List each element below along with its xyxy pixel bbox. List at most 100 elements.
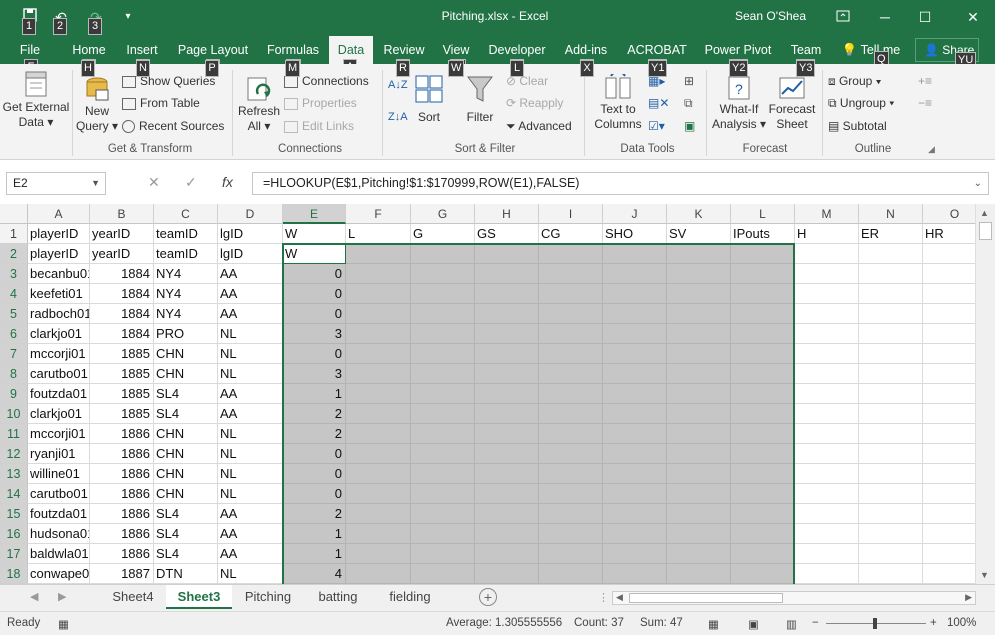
- row-header-17[interactable]: 17: [0, 544, 28, 564]
- column-header-g[interactable]: G: [411, 204, 475, 224]
- cell-j18[interactable]: [603, 564, 667, 584]
- cell-n9[interactable]: [859, 384, 923, 404]
- row-header-4[interactable]: 4: [0, 284, 28, 304]
- row-header-18[interactable]: 18: [0, 564, 28, 584]
- cell-e8[interactable]: 3: [283, 364, 346, 384]
- cell-j3[interactable]: [603, 264, 667, 284]
- cell-f9[interactable]: [346, 384, 411, 404]
- cell-d5[interactable]: AA: [218, 304, 283, 324]
- cell-n10[interactable]: [859, 404, 923, 424]
- cell-e2[interactable]: W: [283, 244, 346, 264]
- cell-i6[interactable]: [539, 324, 603, 344]
- cell-d1[interactable]: lgID: [218, 224, 283, 244]
- refresh-all-button[interactable]: Refresh All ▾: [236, 74, 282, 140]
- ungroup-button[interactable]: ⧉ Ungroup ▾: [828, 94, 894, 112]
- cell-b7[interactable]: 1885: [90, 344, 154, 364]
- cell-e7[interactable]: 0: [283, 344, 346, 364]
- dialog-launcher-icon[interactable]: ◢: [928, 140, 935, 158]
- zoom-in-icon[interactable]: +: [930, 617, 937, 629]
- h-scrollbar-thumb[interactable]: [629, 593, 783, 603]
- cell-n18[interactable]: [859, 564, 923, 584]
- cell-o2[interactable]: [923, 244, 975, 264]
- clear-button[interactable]: ⊘ Clear: [506, 72, 548, 90]
- cell-f5[interactable]: [346, 304, 411, 324]
- cell-g2[interactable]: [411, 244, 475, 264]
- reapply-button[interactable]: ⟳ Reapply: [506, 94, 563, 112]
- cell-l15[interactable]: [731, 504, 795, 524]
- remove-duplicates-icon[interactable]: ▤✕: [648, 94, 669, 112]
- ribbon-display-icon[interactable]: [820, 0, 866, 34]
- cell-f4[interactable]: [346, 284, 411, 304]
- cell-e17[interactable]: 1: [283, 544, 346, 564]
- row-header-2[interactable]: 2: [0, 244, 28, 264]
- cell-k8[interactable]: [667, 364, 731, 384]
- row-header-6[interactable]: 6: [0, 324, 28, 344]
- recent-sources-button[interactable]: Recent Sources: [122, 117, 224, 135]
- cell-b14[interactable]: 1886: [90, 484, 154, 504]
- cell-h11[interactable]: [475, 424, 539, 444]
- cell-o3[interactable]: [923, 264, 975, 284]
- row-header-11[interactable]: 11: [0, 424, 28, 444]
- cell-c6[interactable]: PRO: [154, 324, 218, 344]
- cell-f14[interactable]: [346, 484, 411, 504]
- cell-g12[interactable]: [411, 444, 475, 464]
- cell-f10[interactable]: [346, 404, 411, 424]
- forecast-sheet-button[interactable]: Forecast Sheet: [766, 74, 818, 140]
- cell-b17[interactable]: 1886: [90, 544, 154, 564]
- cell-c1[interactable]: teamID: [154, 224, 218, 244]
- cell-d16[interactable]: AA: [218, 524, 283, 544]
- cell-o10[interactable]: [923, 404, 975, 424]
- cell-c10[interactable]: SL4: [154, 404, 218, 424]
- row-header-14[interactable]: 14: [0, 484, 28, 504]
- cell-m1[interactable]: H: [795, 224, 859, 244]
- cell-a13[interactable]: willine01: [28, 464, 90, 484]
- from-table-button[interactable]: From Table: [122, 94, 200, 112]
- tab-split-icon[interactable]: ⋮: [598, 591, 609, 604]
- cell-a10[interactable]: clarkjo01: [28, 404, 90, 424]
- enter-icon[interactable]: ✓: [185, 174, 197, 191]
- cell-h9[interactable]: [475, 384, 539, 404]
- cell-a2[interactable]: playerID: [28, 244, 90, 264]
- sort-ascending-icon[interactable]: A↓Z: [388, 76, 408, 94]
- row-header-5[interactable]: 5: [0, 304, 28, 324]
- cell-g16[interactable]: [411, 524, 475, 544]
- cell-o12[interactable]: [923, 444, 975, 464]
- cell-n14[interactable]: [859, 484, 923, 504]
- cell-b8[interactable]: 1885: [90, 364, 154, 384]
- cell-j12[interactable]: [603, 444, 667, 464]
- column-header-e[interactable]: E: [283, 204, 346, 224]
- cell-o7[interactable]: [923, 344, 975, 364]
- cell-d18[interactable]: NL: [218, 564, 283, 584]
- cell-o11[interactable]: [923, 424, 975, 444]
- cell-g10[interactable]: [411, 404, 475, 424]
- cell-g4[interactable]: [411, 284, 475, 304]
- cell-l2[interactable]: [731, 244, 795, 264]
- cell-e3[interactable]: 0: [283, 264, 346, 284]
- cell-h12[interactable]: [475, 444, 539, 464]
- cell-g17[interactable]: [411, 544, 475, 564]
- show-detail-icon[interactable]: +≡: [918, 72, 932, 90]
- cell-c5[interactable]: NY4: [154, 304, 218, 324]
- consolidate-icon[interactable]: ⊞: [684, 72, 694, 90]
- tell-me-box[interactable]: 💡 Tell me: [836, 36, 906, 64]
- cell-f16[interactable]: [346, 524, 411, 544]
- sheet-tab-pitching[interactable]: Pitching: [234, 585, 302, 609]
- cell-i13[interactable]: [539, 464, 603, 484]
- cell-g6[interactable]: [411, 324, 475, 344]
- column-header-b[interactable]: B: [90, 204, 154, 224]
- cell-i7[interactable]: [539, 344, 603, 364]
- cell-j2[interactable]: [603, 244, 667, 264]
- new-query-button[interactable]: New Query ▾: [74, 74, 120, 140]
- cell-a3[interactable]: becanbu01: [28, 264, 90, 284]
- cell-h18[interactable]: [475, 564, 539, 584]
- get-external-data-button[interactable]: Get External Data ▾: [2, 68, 70, 140]
- sheet-tab-sheet3[interactable]: Sheet3: [166, 585, 232, 609]
- cell-e15[interactable]: 2: [283, 504, 346, 524]
- cell-i15[interactable]: [539, 504, 603, 524]
- cell-b11[interactable]: 1886: [90, 424, 154, 444]
- relationships-icon[interactable]: ⧉: [684, 94, 693, 112]
- advanced-button[interactable]: ⏷ Advanced: [506, 117, 572, 135]
- cell-j14[interactable]: [603, 484, 667, 504]
- cell-d11[interactable]: NL: [218, 424, 283, 444]
- cell-l4[interactable]: [731, 284, 795, 304]
